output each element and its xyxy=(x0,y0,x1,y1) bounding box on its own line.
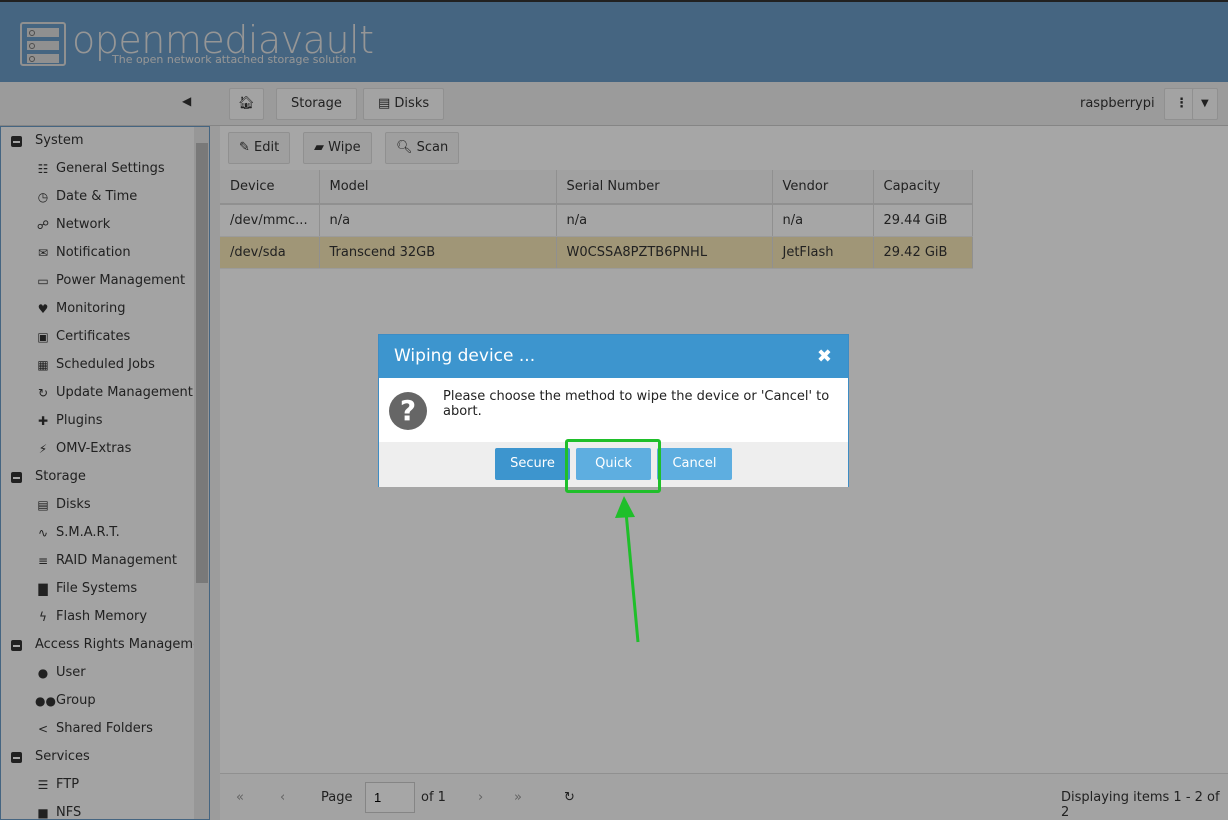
annotation-arrow xyxy=(615,496,640,643)
